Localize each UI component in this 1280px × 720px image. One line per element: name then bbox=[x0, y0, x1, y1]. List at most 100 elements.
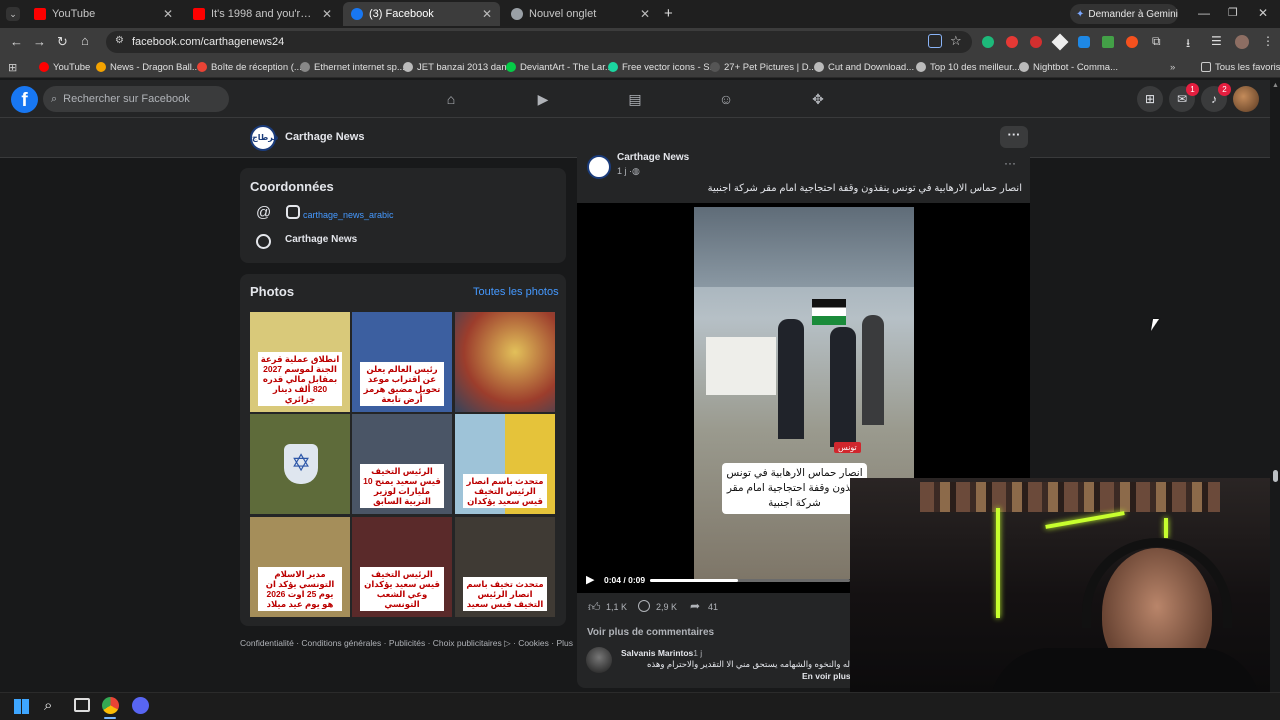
tab-youtube[interactable]: YouTube ✕ bbox=[26, 2, 181, 26]
extension-icon[interactable] bbox=[1051, 33, 1069, 51]
tab-title: YouTube bbox=[52, 8, 96, 20]
comments-count[interactable]: 2,9 K bbox=[656, 602, 677, 612]
facebook-search-input[interactable]: ⌕ Rechercher sur Facebook bbox=[43, 86, 229, 112]
task-view-icon[interactable] bbox=[74, 698, 90, 712]
tab-youtube-video[interactable]: It's 1998 and you're drifting in Tokyo ✕ bbox=[185, 2, 340, 26]
scroll-up-arrow-icon[interactable]: ▲ bbox=[1272, 82, 1279, 89]
close-tab-icon[interactable]: ✕ bbox=[640, 7, 650, 21]
close-tab-icon[interactable]: ✕ bbox=[482, 7, 492, 21]
site-info-icon[interactable]: ⚙ bbox=[115, 35, 124, 46]
browser-menu-icon[interactable]: ⋮ bbox=[1262, 34, 1274, 48]
extension-icon[interactable] bbox=[1126, 36, 1138, 48]
photo-thumbnail[interactable]: الرئيس التخيف قيس سعيد يمنح 10 مليارات ل… bbox=[352, 414, 452, 514]
home-icon[interactable]: ⌂ bbox=[81, 33, 89, 48]
marketplace-nav-icon[interactable]: ▤ bbox=[626, 90, 644, 108]
bookmark-item[interactable]: News - Dragon Ball... bbox=[96, 56, 200, 78]
see-more-link[interactable]: En voir plus bbox=[802, 671, 851, 681]
comment-author[interactable]: Salvanis Marintos bbox=[621, 648, 693, 658]
instagram-link[interactable]: carthage_news_arabic bbox=[303, 210, 394, 220]
bookmark-item[interactable]: Boîte de réception (... bbox=[197, 56, 302, 78]
menu-grid-icon[interactable]: ⊞ bbox=[1137, 86, 1163, 112]
discord-taskbar-icon[interactable] bbox=[132, 697, 149, 714]
bookmark-item[interactable]: Ethernet internet sp... bbox=[300, 56, 405, 78]
translate-icon[interactable] bbox=[928, 34, 942, 48]
address-bar[interactable]: ⚙ facebook.com/carthagenews24 ☆ bbox=[106, 31, 972, 53]
photo-thumbnail[interactable]: مدير الاسلام التونسي يؤكد ان يوم 25 اوت … bbox=[250, 517, 350, 617]
download-icon[interactable]: ⭳ bbox=[1186, 34, 1190, 55]
photo-thumbnail[interactable]: متحدث باسم انصار الرئيس التخيف قيس سعيد … bbox=[455, 414, 555, 514]
extension-icon[interactable] bbox=[1102, 36, 1114, 48]
footer-links[interactable]: Confidentialité · Conditions générales ·… bbox=[240, 638, 573, 649]
reactions-count[interactable]: 1,1 K bbox=[606, 602, 627, 612]
restore-icon[interactable]: ❐ bbox=[1228, 6, 1238, 19]
play-icon[interactable]: ▶ bbox=[586, 573, 594, 586]
messenger-contact-name[interactable]: Carthage News bbox=[285, 234, 357, 245]
bookmark-item[interactable]: Cut and Download... bbox=[814, 56, 914, 78]
photo-thumbnail[interactable]: رئيس العالم يعلن عن اقتراب موعد تحويل مض… bbox=[352, 312, 452, 412]
more-bookmarks-icon[interactable]: » bbox=[1170, 56, 1175, 78]
messenger-contact-icon bbox=[256, 234, 271, 249]
home-nav-icon[interactable]: ⌂ bbox=[442, 90, 460, 108]
photo-thumbnail[interactable]: متحدث تخيف باسم انصار الرئيس التخيف قيس … bbox=[455, 517, 555, 617]
gemini-button[interactable]: ✦ Demander à Gemini bbox=[1070, 4, 1178, 24]
scroll-thumb[interactable] bbox=[1273, 470, 1278, 482]
new-tab-plus-icon[interactable]: + bbox=[664, 5, 673, 22]
bookmark-item[interactable]: Nightbot - Comma... bbox=[1019, 56, 1118, 78]
puzzle-extensions-icon[interactable]: ⧉ bbox=[1152, 34, 1161, 49]
comment-icon[interactable] bbox=[638, 600, 650, 612]
page-avatar-logo[interactable]: قرطاج bbox=[250, 125, 279, 151]
tab-new-tab[interactable]: Nouvel onglet ✕ bbox=[503, 2, 658, 26]
bookmark-item[interactable]: YouTube bbox=[39, 56, 90, 78]
video-progress-track[interactable] bbox=[650, 579, 850, 582]
page-more-button[interactable]: ··· bbox=[1000, 126, 1028, 148]
video-nav-icon[interactable]: ▶ bbox=[534, 90, 552, 108]
reload-icon[interactable]: ↻ bbox=[57, 34, 68, 50]
close-tab-icon[interactable]: ✕ bbox=[322, 7, 332, 21]
share-icon[interactable]: ➦ bbox=[690, 599, 700, 613]
page-scrollbar[interactable]: ▲ bbox=[1270, 80, 1280, 692]
bookmark-item[interactable]: DeviantArt - The Lar... bbox=[506, 56, 613, 78]
photo-thumbnail[interactable]: ✡ bbox=[250, 414, 350, 514]
extension-icon[interactable] bbox=[1078, 36, 1090, 48]
search-placeholder: Rechercher sur Facebook bbox=[63, 93, 190, 105]
extension-icon[interactable] bbox=[1030, 36, 1042, 48]
facebook-logo-icon[interactable]: f bbox=[11, 86, 38, 113]
see-more-comments[interactable]: Voir plus de commentaires bbox=[587, 627, 714, 638]
commenter-avatar[interactable] bbox=[586, 647, 612, 673]
tab-search-icon[interactable]: ⌄ bbox=[6, 7, 20, 21]
chrome-taskbar-icon[interactable] bbox=[102, 697, 119, 714]
extension-icon[interactable] bbox=[1006, 36, 1018, 48]
post-author-avatar[interactable] bbox=[587, 155, 611, 179]
all-favorites[interactable]: Tous les favoris bbox=[1201, 56, 1280, 78]
shares-count[interactable]: 41 bbox=[708, 602, 718, 612]
extension-icon[interactable] bbox=[982, 36, 994, 48]
all-photos-link[interactable]: Toutes les photos bbox=[473, 286, 559, 298]
photo-thumbnail[interactable]: الرئيس التخيف قيس سعيد يؤكدان وعي الشعب … bbox=[352, 517, 452, 617]
post-time[interactable]: 1 j · bbox=[617, 166, 632, 176]
close-tab-icon[interactable]: ✕ bbox=[163, 7, 173, 21]
reading-list-icon[interactable]: ☰ bbox=[1211, 34, 1222, 48]
back-icon[interactable]: ← bbox=[10, 34, 23, 49]
profile-avatar[interactable] bbox=[1235, 35, 1249, 49]
bookmark-item[interactable]: 27+ Pet Pictures | D... bbox=[710, 56, 817, 78]
post-author[interactable]: Carthage News bbox=[617, 152, 689, 163]
bookmark-star-icon[interactable]: ☆ bbox=[950, 33, 962, 49]
bookmark-item[interactable]: Free vector icons - S... bbox=[608, 56, 718, 78]
tab-facebook[interactable]: (3) Facebook ✕ bbox=[343, 2, 500, 26]
apps-grid-icon[interactable]: ⊞ bbox=[8, 56, 17, 78]
windows-start-icon[interactable] bbox=[14, 699, 29, 714]
photo-thumbnail[interactable] bbox=[455, 312, 555, 412]
taskbar-search-icon[interactable]: ⌕ bbox=[44, 697, 52, 714]
minimize-icon[interactable]: — bbox=[1198, 6, 1210, 20]
bookmark-item[interactable]: JET banzai 2013 dan... bbox=[403, 56, 515, 78]
gaming-nav-icon[interactable]: ✥ bbox=[809, 90, 827, 108]
bookmark-item[interactable]: Top 10 des meilleur... bbox=[916, 56, 1020, 78]
page-name[interactable]: Carthage News bbox=[285, 131, 364, 143]
account-avatar[interactable] bbox=[1233, 86, 1259, 112]
post-options-icon[interactable]: ··· bbox=[1004, 156, 1016, 170]
groups-nav-icon[interactable]: ☺ bbox=[717, 90, 735, 108]
close-window-icon[interactable]: ✕ bbox=[1258, 6, 1268, 20]
like-icon[interactable]: 👍︎ bbox=[588, 600, 601, 615]
photo-thumbnail[interactable]: انطلاق عملية قرعة الجنة لموسم 2027 بمقاب… bbox=[250, 312, 350, 412]
forward-icon[interactable]: → bbox=[33, 34, 46, 49]
